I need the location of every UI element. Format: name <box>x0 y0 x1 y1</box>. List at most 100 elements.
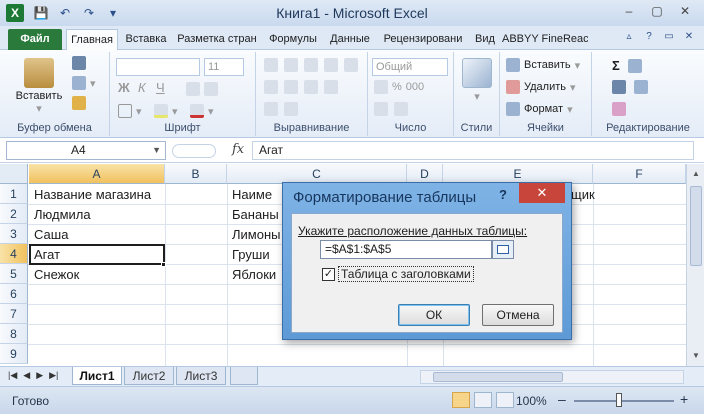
tab-formulas[interactable]: Формулы <box>264 29 322 50</box>
delete-cells-button[interactable]: Удалить ▾ <box>506 80 576 94</box>
insert-cells-button[interactable]: Вставить ▾ <box>506 58 580 72</box>
bold-button[interactable]: Ж <box>118 80 130 95</box>
next-sheet-icon[interactable]: ▶ <box>36 370 43 381</box>
cut-button[interactable] <box>72 56 86 70</box>
column-header-e[interactable]: E <box>443 164 593 184</box>
tab-data[interactable]: Данные <box>326 29 374 50</box>
tab-insert[interactable]: Вставка <box>122 29 170 50</box>
horizontal-scrollbar[interactable] <box>420 370 684 384</box>
name-box[interactable]: A4 ▼ <box>6 141 166 160</box>
formula-input[interactable]: Агат <box>252 141 694 160</box>
zoom-out-button[interactable]: – <box>558 391 566 407</box>
font-color-button[interactable]: ▾ <box>190 104 214 118</box>
column-header-c[interactable]: C <box>227 164 407 184</box>
vertical-scrollbar[interactable]: ▲ ▼ <box>686 164 704 366</box>
align-middle-icon[interactable] <box>284 58 298 72</box>
tab-review[interactable]: Рецензировани <box>378 29 468 50</box>
font-size-combo[interactable]: 11 <box>204 58 244 76</box>
row-header-5[interactable]: 5 <box>0 264 28 284</box>
fill-color-button[interactable]: ▾ <box>154 104 178 118</box>
headers-checkbox-label[interactable]: Таблица с заголовками <box>338 266 474 282</box>
tab-abbyy[interactable]: ABBYY FineReac <box>502 29 588 50</box>
scroll-down-icon[interactable]: ▼ <box>687 348 704 364</box>
sheet-tab-2[interactable]: Лист2 <box>124 367 174 385</box>
format-painter-button[interactable] <box>72 96 86 110</box>
page-break-view-icon[interactable] <box>496 392 514 408</box>
clear-icon[interactable] <box>612 102 626 116</box>
decrease-decimal-icon[interactable] <box>394 102 408 116</box>
column-header-d[interactable]: D <box>407 164 443 184</box>
grow-font-button[interactable] <box>186 82 218 96</box>
paste-button[interactable]: Вставить ▾ <box>12 58 66 115</box>
headers-checkbox[interactable]: ✓ <box>322 267 335 281</box>
increase-indent-icon[interactable] <box>284 102 298 116</box>
close-window-button[interactable]: ✕ <box>672 2 698 20</box>
borders-button[interactable]: ▾ <box>118 104 142 118</box>
align-right-icon[interactable] <box>304 80 318 94</box>
sheet-tab-1[interactable]: Лист1 <box>72 367 122 385</box>
normal-view-icon[interactable] <box>452 392 470 408</box>
dialog-help-button[interactable]: ? <box>499 187 507 202</box>
merge-cells-icon[interactable] <box>324 80 338 94</box>
cell-a5[interactable]: Снежок <box>29 265 165 285</box>
insert-sheet-icon[interactable] <box>230 367 258 385</box>
collapse-dialog-button[interactable] <box>492 240 514 259</box>
formula-bar-splitter[interactable] <box>172 144 216 158</box>
page-layout-view-icon[interactable] <box>474 392 492 408</box>
column-header-f[interactable]: F <box>593 164 686 184</box>
row-header-9[interactable]: 9 <box>0 344 28 364</box>
row-header-1[interactable]: 1 <box>0 184 28 204</box>
align-left-icon[interactable] <box>264 80 278 94</box>
minimize-ribbon-icon[interactable]: ▵ <box>622 30 636 44</box>
cancel-button[interactable]: Отмена <box>482 304 554 326</box>
sheet-tab-3[interactable]: Лист3 <box>176 367 226 385</box>
column-header-b[interactable]: B <box>165 164 227 184</box>
zoom-level[interactable]: 100% <box>516 394 547 408</box>
cell-a3[interactable]: Саша <box>29 225 165 245</box>
ok-button[interactable]: ОК <box>398 304 470 326</box>
number-format-combo[interactable]: Общий <box>372 58 448 76</box>
tab-page-layout[interactable]: Разметка стран <box>174 29 260 50</box>
align-center-icon[interactable] <box>284 80 298 94</box>
italic-button[interactable]: К <box>138 80 146 95</box>
zoom-slider-thumb[interactable] <box>616 393 622 407</box>
increase-decimal-icon[interactable] <box>374 102 388 116</box>
restore-workbook-icon[interactable]: ▭ <box>662 30 676 44</box>
minimize-button[interactable]: – <box>616 2 642 20</box>
maximize-button[interactable]: ▢ <box>644 2 670 20</box>
dialog-close-button[interactable]: ✕ <box>519 183 565 203</box>
styles-button[interactable]: ▾ <box>458 58 496 103</box>
horizontal-scroll-thumb[interactable] <box>433 372 563 382</box>
row-header-8[interactable]: 8 <box>0 324 28 344</box>
close-workbook-icon[interactable]: ✕ <box>682 30 696 44</box>
row-header-3[interactable]: 3 <box>0 224 28 244</box>
scroll-up-icon[interactable]: ▲ <box>687 166 704 182</box>
name-box-dropdown-icon[interactable]: ▼ <box>152 142 161 159</box>
cell-a2[interactable]: Людмила <box>29 205 165 225</box>
find-select-icon[interactable] <box>634 80 648 94</box>
font-name-combo[interactable] <box>116 58 200 76</box>
select-all-corner[interactable] <box>0 164 28 184</box>
format-cells-button[interactable]: Формат ▾ <box>506 102 573 116</box>
align-bottom-icon[interactable] <box>304 58 318 72</box>
table-range-input[interactable]: =$A$1:$A$5 <box>320 240 492 259</box>
zoom-slider-track[interactable] <box>574 400 674 402</box>
first-sheet-icon[interactable]: |◀ <box>8 370 17 381</box>
vertical-scroll-thumb[interactable] <box>690 186 702 266</box>
tab-home[interactable]: Главная <box>66 29 118 50</box>
autosum-icon[interactable]: Σ <box>612 58 620 73</box>
currency-icon[interactable] <box>374 80 388 94</box>
column-header-a[interactable]: A <box>29 164 165 184</box>
wrap-text-icon[interactable] <box>344 58 358 72</box>
underline-button[interactable]: Ч <box>156 80 165 95</box>
zoom-in-button[interactable]: + <box>680 391 688 407</box>
tab-file[interactable]: Файл <box>8 29 62 50</box>
prev-sheet-icon[interactable]: ◀ <box>23 370 30 381</box>
decrease-indent-icon[interactable] <box>264 102 278 116</box>
headers-checkbox-row[interactable]: ✓ Таблица с заголовками <box>322 266 474 282</box>
percent-button[interactable]: % <box>392 81 402 93</box>
row-header-4[interactable]: 4 <box>0 244 28 264</box>
row-header-6[interactable]: 6 <box>0 284 28 304</box>
align-top-icon[interactable] <box>264 58 278 72</box>
tab-view[interactable]: Вид <box>472 29 498 50</box>
